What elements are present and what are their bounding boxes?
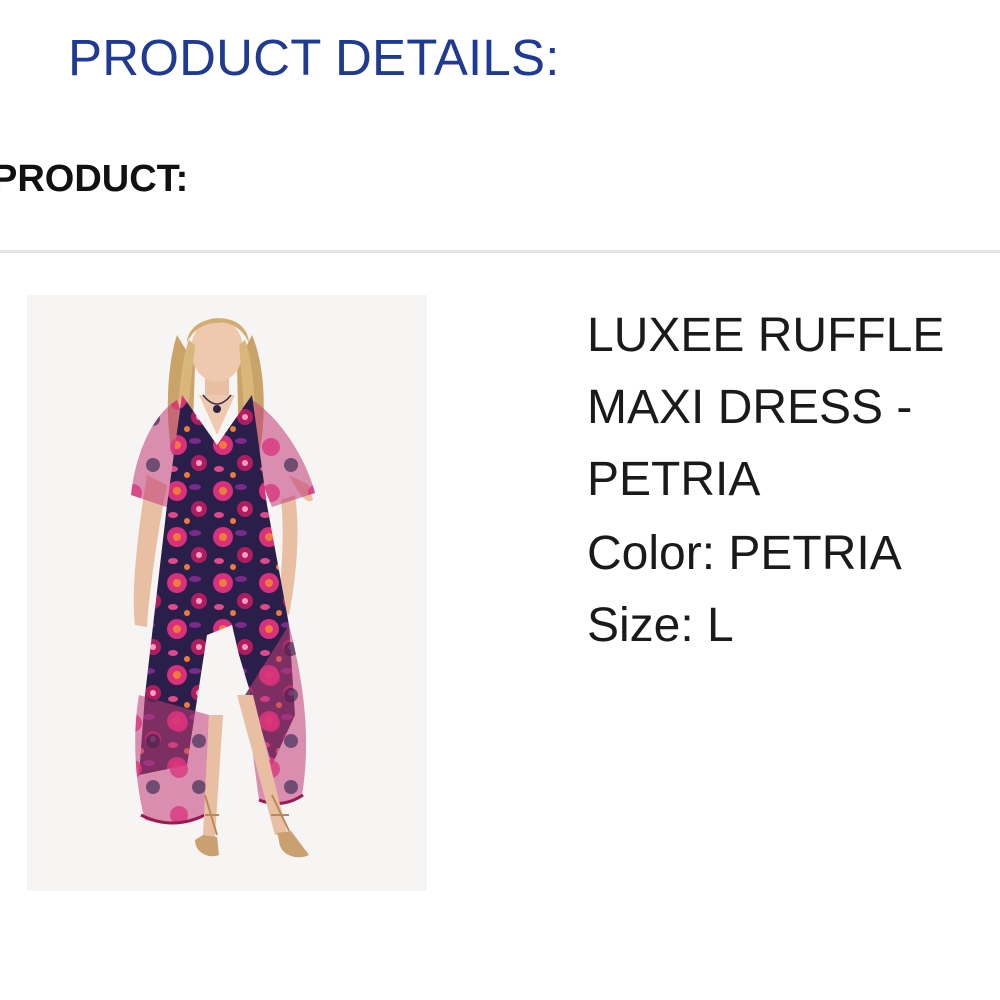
product-info: LUXEE RUFFLE MAXI DRESS - PETRIA Color: … (587, 300, 997, 662)
product-color: Color: PETRIA (587, 527, 902, 580)
section-label: PRODUCT: (0, 158, 189, 200)
page-title: PRODUCT DETAILS: (68, 29, 560, 86)
product-attributes: Color: PETRIA Size: L (587, 518, 997, 662)
product-size: Size: L (587, 599, 734, 652)
product-details-page: PRODUCT DETAILS: PRODUCT: LUXEE RUFFLE M… (0, 0, 1000, 1000)
product-name[interactable]: LUXEE RUFFLE MAXI DRESS - PETRIA (587, 300, 997, 516)
dress-photo-illustration (27, 295, 427, 891)
product-image[interactable] (27, 295, 427, 891)
divider (0, 250, 1000, 253)
